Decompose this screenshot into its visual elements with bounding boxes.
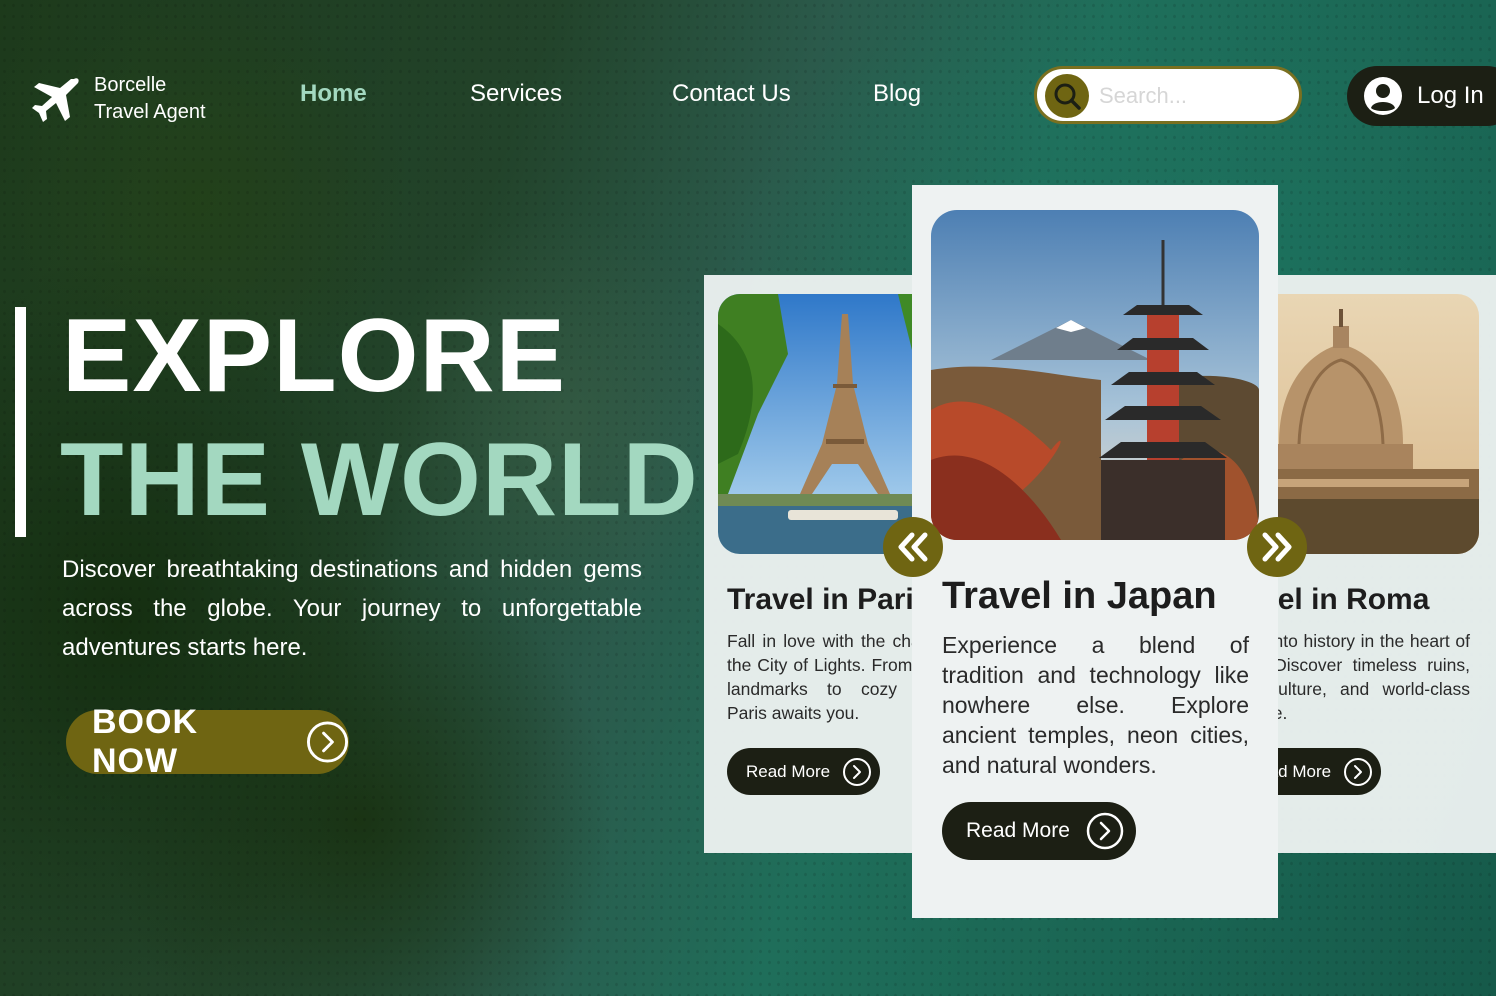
chevron-right-circle-icon	[843, 757, 872, 786]
brand-line1: Borcelle	[94, 74, 167, 96]
carousel-prev-button[interactable]	[883, 517, 943, 577]
brand-logo[interactable]: Borcelle Travel Agent	[30, 72, 206, 126]
nav-blog[interactable]: Blog	[873, 80, 921, 108]
double-chevron-right-icon	[1262, 532, 1292, 562]
airplane-icon	[32, 78, 79, 122]
card-title-japan: Travel in Japan	[942, 575, 1217, 617]
destination-card-japan: Travel in Japan Experience a blend of tr…	[912, 185, 1278, 918]
read-more-paris-button[interactable]: Read More	[727, 748, 880, 795]
user-avatar-icon	[1364, 77, 1402, 115]
brand-name: Borcelle Travel Agent	[94, 72, 206, 126]
hero-title-line1: EXPLORE	[62, 298, 566, 414]
carousel-next-button[interactable]	[1247, 517, 1307, 577]
search-icon[interactable]	[1045, 74, 1089, 118]
nav-services[interactable]: Services	[470, 80, 562, 108]
chevron-right-circle-icon	[1344, 757, 1373, 786]
read-more-japan-button[interactable]: Read More	[942, 802, 1136, 860]
chevron-right-circle-icon	[1086, 812, 1124, 850]
card-title-paris: Travel in Paris	[727, 583, 931, 616]
book-now-button[interactable]: BOOK NOW	[66, 703, 349, 780]
login-button[interactable]: Log In	[1347, 66, 1496, 126]
read-more-label: Read More	[746, 761, 831, 781]
search-input[interactable]	[1097, 77, 1291, 115]
login-label: Log In	[1417, 82, 1484, 109]
card-text-japan: Experience a blend of tradition and tech…	[942, 632, 1249, 778]
book-now-label: BOOK NOW	[92, 703, 198, 780]
hero-title-line2: THE WORLD	[60, 422, 699, 538]
hero-description: Discover breathtaking destinations and h…	[62, 556, 642, 661]
double-chevron-left-icon	[898, 532, 928, 562]
search-box[interactable]	[1034, 66, 1302, 124]
read-more-label: Read More	[966, 819, 1070, 842]
chevron-right-circle-icon	[306, 721, 349, 763]
nav-home[interactable]: Home	[300, 80, 367, 108]
nav-contact-us[interactable]: Contact Us	[672, 80, 791, 108]
hero-accent-bar	[15, 307, 26, 537]
pagoda-photo	[931, 210, 1259, 540]
brand-line2: Travel Agent	[94, 101, 206, 123]
